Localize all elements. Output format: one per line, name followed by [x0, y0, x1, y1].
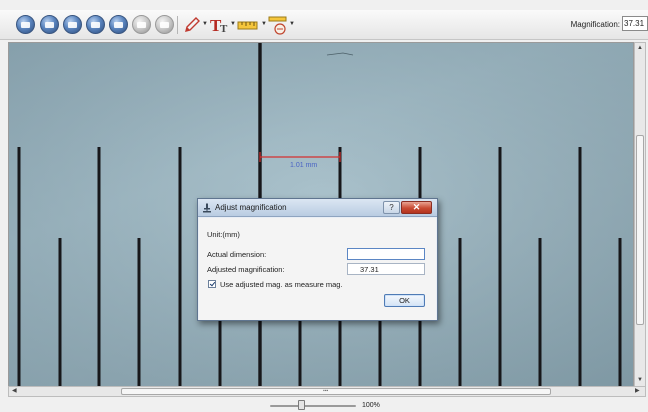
adjusted-magnification-input[interactable]: [347, 263, 425, 275]
redo-icon: [160, 21, 169, 28]
capture-button[interactable]: [16, 15, 35, 34]
pencil-tool-button[interactable]: [183, 14, 201, 36]
text-dropdown-icon[interactable]: ▼: [230, 21, 236, 27]
actual-dimension-label: Actual dimension:: [207, 250, 267, 259]
use-adjusted-mag-label: Use adjusted mag. as measure mag.: [220, 280, 343, 289]
scroll-left-icon[interactable]: ◀: [12, 387, 17, 394]
capture-icon: [21, 21, 30, 28]
measure-angle-icon: [268, 16, 287, 35]
save-button[interactable]: [63, 15, 82, 34]
angle-dropdown-icon[interactable]: ▼: [289, 21, 295, 27]
ruler-tool-button[interactable]: [237, 14, 259, 36]
angle-tool-button[interactable]: [267, 14, 289, 36]
redo-button[interactable]: [155, 15, 174, 34]
actual-dimension-input[interactable]: [347, 248, 425, 260]
zoom-out-icon: [114, 21, 123, 28]
svg-text:T: T: [220, 23, 228, 35]
adjusted-magnification-label: Adjusted magnification:: [207, 265, 285, 274]
magnification-input[interactable]: [622, 16, 648, 31]
scroll-grip-icon: ▪▪▪: [323, 388, 329, 394]
horizontal-scrollbar[interactable]: ◀ ▪▪▪ ▶: [8, 386, 646, 397]
undo-button[interactable]: [132, 15, 151, 34]
scroll-up-icon[interactable]: ▲: [637, 45, 643, 51]
vertical-scroll-thumb[interactable]: [636, 135, 644, 325]
zoom-out-button[interactable]: [109, 15, 128, 34]
horizontal-scroll-thumb[interactable]: [121, 388, 551, 395]
text-tool-icon: T T: [210, 16, 228, 35]
help-button[interactable]: ?: [383, 201, 400, 214]
dialog-title: Adjust magnification: [215, 203, 287, 212]
toolbar: ▼ T T ▼ ▼ ▼: [0, 10, 648, 40]
ruler-icon: [237, 21, 258, 30]
undo-icon: [137, 21, 146, 28]
text-tool-button[interactable]: T T: [209, 14, 231, 36]
zoom-slider-thumb[interactable]: [297, 400, 305, 410]
zoom-bar: 100%: [0, 398, 648, 412]
close-button[interactable]: ✕: [401, 201, 432, 214]
pencil-icon: [185, 17, 200, 32]
toolbar-separator: [177, 16, 178, 34]
scroll-right-icon[interactable]: ▶: [635, 387, 640, 394]
zoom-slider-track[interactable]: [270, 405, 356, 407]
dialog-title-bar[interactable]: Adjust magnification ? ✕: [198, 199, 437, 217]
microscope-icon: [203, 203, 211, 213]
open-icon: [45, 21, 54, 28]
magnification-label: Magnification:: [570, 20, 620, 29]
dialog-body: Unit:(mm) Actual dimension: Adjusted mag…: [199, 218, 436, 320]
pencil-dropdown-icon[interactable]: ▼: [202, 21, 208, 27]
scroll-down-icon[interactable]: ▼: [637, 377, 643, 383]
measurement-label: 1.01 mm: [290, 162, 317, 169]
unit-label: Unit:(mm): [207, 230, 240, 239]
vertical-scrollbar[interactable]: ▲ ▼: [634, 42, 646, 388]
adjust-magnification-dialog: Adjust magnification ? ✕ Unit:(mm) Actua…: [197, 198, 438, 321]
open-button[interactable]: [40, 15, 59, 34]
zoom-in-button[interactable]: [86, 15, 105, 34]
zoom-percent: 100%: [362, 402, 380, 409]
use-adjusted-mag-checkbox[interactable]: [208, 280, 216, 288]
zoom-in-icon: [91, 21, 100, 28]
microscope-app-window: ▼ T T ▼ ▼ ▼ Magnification: 37.31 1.01 mm…: [0, 0, 648, 412]
ok-button[interactable]: OK: [384, 294, 425, 307]
save-icon: [68, 21, 77, 28]
